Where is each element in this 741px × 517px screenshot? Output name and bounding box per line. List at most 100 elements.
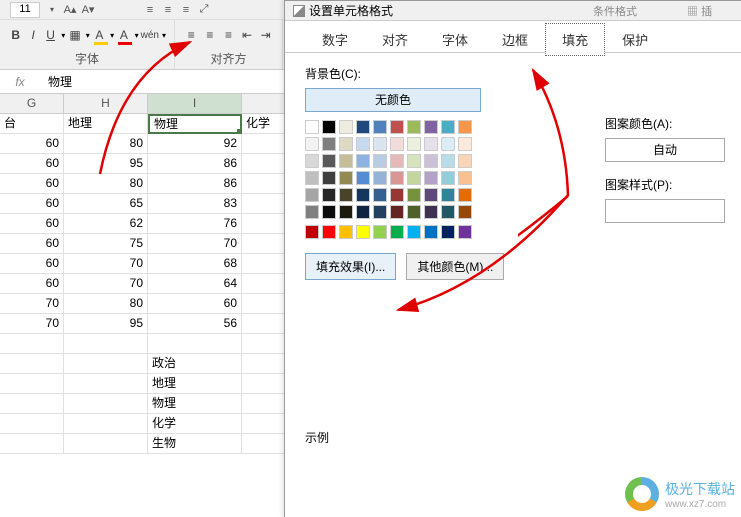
table-cell[interactable]: 75	[64, 234, 148, 254]
color-swatch[interactable]	[424, 137, 438, 151]
table-cell[interactable]: 地理	[148, 374, 242, 394]
color-swatch[interactable]	[458, 154, 472, 168]
cell-header[interactable]: 化学	[242, 114, 286, 134]
color-swatch[interactable]	[441, 171, 455, 185]
color-swatch[interactable]	[407, 120, 421, 134]
color-swatch[interactable]	[390, 205, 404, 219]
no-color-button[interactable]: 无颜色	[305, 88, 481, 112]
color-swatch[interactable]	[458, 225, 472, 239]
align-left-icon[interactable]: ≡	[183, 25, 200, 45]
table-cell[interactable]	[0, 394, 64, 414]
color-swatch[interactable]	[322, 137, 336, 151]
font-color-button[interactable]: A	[116, 25, 131, 45]
table-cell[interactable]: 60	[0, 134, 64, 154]
table-cell[interactable]	[64, 434, 148, 454]
color-swatch[interactable]	[305, 137, 319, 151]
border-button[interactable]: ▦	[67, 25, 82, 45]
color-swatch[interactable]	[458, 120, 472, 134]
table-cell[interactable]: 80	[64, 294, 148, 314]
fill-color-button[interactable]: A	[92, 25, 107, 45]
table-cell[interactable]	[64, 414, 148, 434]
table-cell[interactable]: 生物	[148, 434, 242, 454]
table-cell[interactable]: 95	[64, 154, 148, 174]
align-top-icon[interactable]: ≡	[143, 3, 157, 17]
color-swatch[interactable]	[356, 188, 370, 202]
color-swatch[interactable]	[339, 154, 353, 168]
table-cell[interactable]	[0, 414, 64, 434]
more-colors-button[interactable]: 其他颜色(M)...	[406, 253, 504, 280]
table-cell[interactable]	[242, 234, 286, 254]
bold-button[interactable]: B	[8, 25, 23, 45]
color-swatch[interactable]	[424, 171, 438, 185]
color-swatch[interactable]	[373, 188, 387, 202]
color-swatch[interactable]	[441, 225, 455, 239]
color-swatch[interactable]	[458, 205, 472, 219]
table-cell[interactable]	[0, 374, 64, 394]
align-right-icon[interactable]: ≡	[220, 25, 237, 45]
table-cell[interactable]: 80	[64, 134, 148, 154]
col-header-i[interactable]: I	[148, 94, 242, 114]
tab-border[interactable]: 边框	[485, 23, 545, 56]
color-swatch[interactable]	[322, 171, 336, 185]
color-swatch[interactable]	[339, 137, 353, 151]
table-cell[interactable]: 60	[0, 154, 64, 174]
table-cell[interactable]: 83	[148, 194, 242, 214]
table-cell[interactable]	[242, 374, 286, 394]
table-cell[interactable]	[64, 354, 148, 374]
color-swatch[interactable]	[407, 205, 421, 219]
table-cell[interactable]: 60	[148, 294, 242, 314]
table-cell[interactable]	[64, 394, 148, 414]
cell-header[interactable]: 台	[0, 114, 64, 134]
table-cell[interactable]	[242, 274, 286, 294]
color-swatch[interactable]	[373, 171, 387, 185]
table-cell[interactable]	[242, 254, 286, 274]
grow-font-icon[interactable]: A▴	[63, 3, 77, 17]
color-swatch[interactable]	[458, 171, 472, 185]
color-swatch[interactable]	[390, 154, 404, 168]
font-size-input[interactable]: 11	[10, 2, 40, 18]
table-cell[interactable]	[242, 194, 286, 214]
table-cell[interactable]	[242, 314, 286, 334]
phonetic-button[interactable]: wén	[141, 25, 159, 45]
tab-fill[interactable]: 填充	[545, 23, 605, 56]
table-cell[interactable]: 70	[0, 294, 64, 314]
orientation-icon[interactable]: ⤢	[197, 3, 211, 17]
color-swatch[interactable]	[356, 154, 370, 168]
color-swatch[interactable]	[390, 225, 404, 239]
color-swatch[interactable]	[407, 188, 421, 202]
color-swatch[interactable]	[339, 225, 353, 239]
table-cell[interactable]: 70	[0, 314, 64, 334]
dropdown-icon[interactable]: ▾	[110, 31, 114, 40]
color-swatch[interactable]	[424, 154, 438, 168]
fill-effects-button[interactable]: 填充效果(I)...	[305, 253, 396, 280]
tab-align[interactable]: 对齐	[365, 23, 425, 56]
color-swatch[interactable]	[356, 120, 370, 134]
color-swatch[interactable]	[407, 154, 421, 168]
color-swatch[interactable]	[322, 188, 336, 202]
align-mid-icon[interactable]: ≡	[161, 3, 175, 17]
color-swatch[interactable]	[356, 171, 370, 185]
indent-inc-icon[interactable]: ⇥	[257, 25, 274, 45]
color-swatch[interactable]	[356, 205, 370, 219]
table-cell[interactable]: 政治	[148, 354, 242, 374]
color-swatch[interactable]	[441, 137, 455, 151]
color-swatch[interactable]	[305, 225, 319, 239]
underline-button[interactable]: U	[43, 25, 58, 45]
dropdown-icon[interactable]: ▾	[61, 31, 65, 40]
color-swatch[interactable]	[441, 154, 455, 168]
color-swatch[interactable]	[390, 171, 404, 185]
color-swatch[interactable]	[390, 188, 404, 202]
table-cell[interactable]	[242, 354, 286, 374]
color-swatch[interactable]	[407, 137, 421, 151]
color-swatch[interactable]	[356, 137, 370, 151]
color-swatch[interactable]	[390, 120, 404, 134]
color-swatch[interactable]	[339, 120, 353, 134]
color-swatch[interactable]	[305, 120, 319, 134]
color-swatch[interactable]	[322, 205, 336, 219]
color-swatch[interactable]	[407, 171, 421, 185]
color-swatch[interactable]	[339, 171, 353, 185]
align-center-icon[interactable]: ≡	[202, 25, 219, 45]
table-cell[interactable]: 物理	[148, 394, 242, 414]
table-cell[interactable]: 76	[148, 214, 242, 234]
table-cell[interactable]: 70	[64, 254, 148, 274]
